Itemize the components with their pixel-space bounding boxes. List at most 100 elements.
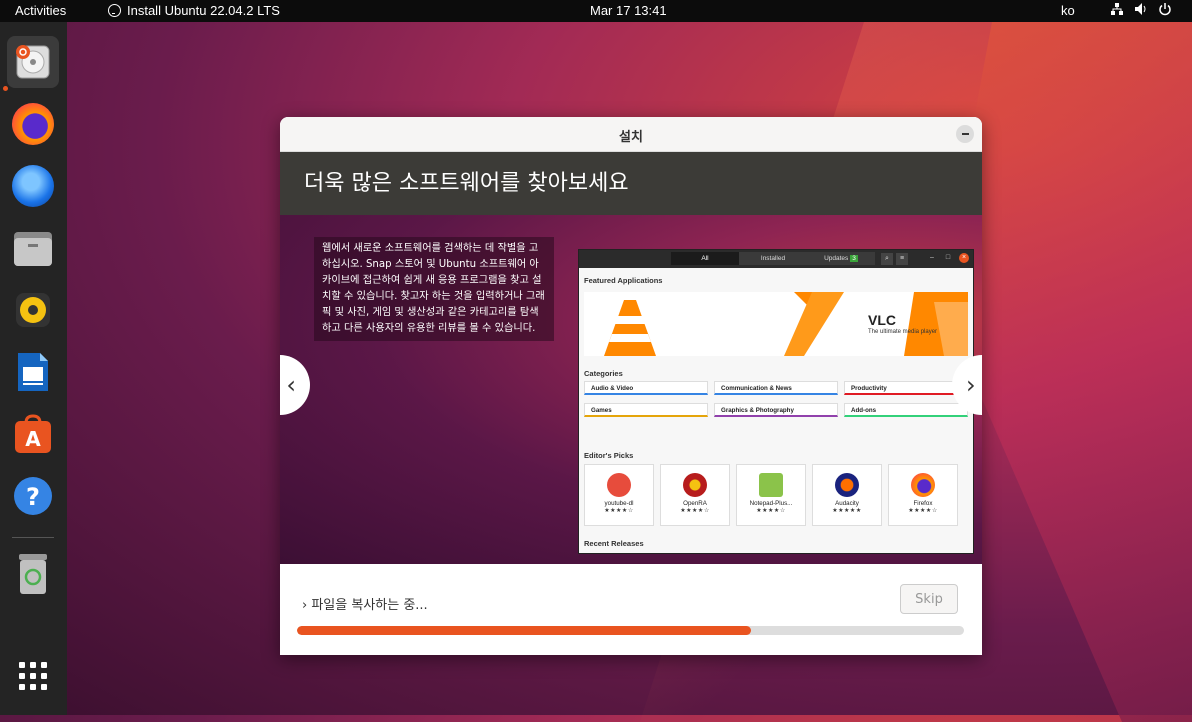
power-icon: [1159, 3, 1171, 16]
thunderbird-icon: [12, 165, 54, 207]
pick-name: Audacity: [835, 500, 859, 507]
banner-subtitle: The ultimate media player: [868, 329, 938, 335]
svg-text:?: ?: [26, 483, 40, 511]
pick-rating: ★★★★☆: [908, 508, 938, 514]
store-maximize-icon: □: [945, 254, 951, 261]
dock-firefox[interactable]: [7, 98, 59, 150]
dock-separator: [12, 537, 54, 538]
trash-icon: [19, 554, 47, 594]
folder-icon: [14, 232, 52, 266]
openra-icon: [683, 473, 707, 497]
category-item: Communication & News: [714, 381, 838, 395]
expander-arrow-icon: ›: [302, 598, 308, 613]
progress-fill: [297, 626, 751, 635]
categories-heading: Categories: [584, 369, 623, 378]
pick-name: Notepad-Plus...: [749, 500, 793, 507]
svg-text:A: A: [25, 427, 41, 451]
pick-card: Notepad-Plus... ★★★★☆: [736, 464, 806, 526]
dock: A ?: [0, 22, 67, 715]
category-item: Audio & Video: [584, 381, 708, 395]
status-expander[interactable]: › 파일을 복사하는 중...: [302, 594, 428, 613]
dock-software[interactable]: A: [7, 408, 59, 460]
category-item: Add-ons: [844, 403, 968, 417]
slide-prev-button[interactable]: ‹: [280, 355, 310, 415]
slideshow: 웹에서 새로운 소프트웨어를 검색하는 데 작별을 고하십시오. Snap 스토…: [280, 215, 982, 565]
editors-picks-heading: Editor's Picks: [584, 451, 634, 460]
keyboard-layout[interactable]: ko: [1061, 3, 1075, 18]
volume-icon: [1135, 3, 1146, 15]
recent-releases-heading: Recent Releases: [584, 539, 644, 548]
skip-button[interactable]: Skip: [900, 584, 958, 614]
minimize-button[interactable]: [956, 125, 974, 143]
vlc-cone-graphic: [604, 292, 968, 356]
activities-button[interactable]: Activities: [15, 3, 66, 18]
store-close-icon: ×: [959, 253, 969, 263]
software-store-icon: A: [15, 414, 51, 453]
banner-title: VLC: [868, 312, 896, 328]
store-minimize-icon: –: [930, 254, 934, 261]
system-tray[interactable]: [1110, 2, 1172, 16]
store-headerbar: All Installed Updates 3 ⌕ ≡ – □ ×: [579, 250, 973, 268]
install-footer: › 파일을 복사하는 중... Skip: [280, 564, 982, 655]
dock-files[interactable]: [7, 222, 59, 274]
dock-thunderbird[interactable]: [7, 160, 59, 212]
rhythmbox-icon: [16, 293, 50, 327]
firefox-icon: [911, 473, 935, 497]
updates-badge: 3: [850, 255, 858, 262]
pick-rating: ★★★★☆: [680, 508, 710, 514]
store-tab-updates-label: Updates: [824, 255, 849, 262]
help-icon: ?: [14, 477, 52, 515]
window-titlebar[interactable]: 설치: [280, 117, 982, 152]
apps-grid-icon: [19, 662, 47, 690]
pick-card: Firefox ★★★★☆: [888, 464, 958, 526]
firefox-icon: [12, 103, 54, 145]
pick-rating: ★★★★☆: [604, 508, 634, 514]
dock-help[interactable]: ?: [7, 470, 59, 522]
app-menu-label: Install Ubuntu 22.04.2 LTS: [127, 3, 280, 18]
pick-card: OpenRA ★★★★☆: [660, 464, 730, 526]
store-tab-installed: Installed: [739, 252, 807, 265]
minimize-icon: [961, 133, 969, 135]
app-menu[interactable]: Install Ubuntu 22.04.2 LTS: [108, 3, 280, 18]
window-title: 설치: [619, 130, 643, 145]
category-grid: Audio & Video Communication & News Produ…: [584, 381, 968, 417]
featured-heading: Featured Applications: [584, 276, 663, 285]
network-icon: [1111, 3, 1123, 15]
picks-row: youtube-dl ★★★★☆ OpenRA ★★★★☆ Notepad-Pl…: [584, 464, 958, 526]
vlc-banner: VLC The ultimate media player: [584, 292, 968, 356]
writer-icon: [18, 353, 48, 391]
slide-title: 더욱 많은 소프트웨어를 찾아보세요: [280, 152, 982, 215]
store-tab-all: All: [671, 252, 739, 265]
slide-description: 웹에서 새로운 소프트웨어를 검색하는 데 작별을 고하십시오. Snap 스토…: [314, 237, 554, 341]
category-item: Graphics & Photography: [714, 403, 838, 417]
dock-ubuntu-installer[interactable]: [7, 36, 59, 88]
software-store-screenshot: All Installed Updates 3 ⌕ ≡ – □ × Feature…: [578, 249, 974, 554]
youtube-dl-icon: [607, 473, 631, 497]
top-bar: Activities Install Ubuntu 22.04.2 LTS Ma…: [0, 0, 1192, 22]
dock-rhythmbox[interactable]: [7, 284, 59, 336]
pick-name: OpenRA: [683, 500, 707, 507]
status-text: 파일을 복사하는 중...: [311, 598, 428, 613]
pick-card: Audacity ★★★★★: [812, 464, 882, 526]
audacity-icon: [835, 473, 859, 497]
store-menu-icon: ≡: [896, 253, 908, 265]
dock-show-apps[interactable]: [7, 650, 59, 702]
progress-bar: [297, 626, 964, 635]
pick-card: youtube-dl ★★★★☆: [584, 464, 654, 526]
category-item: Productivity: [844, 381, 968, 395]
running-indicator: [3, 86, 8, 91]
pick-rating: ★★★★★: [832, 508, 862, 514]
dock-writer[interactable]: [7, 346, 59, 398]
clock[interactable]: Mar 17 13:41: [590, 3, 667, 18]
pick-name: youtube-dl: [604, 500, 634, 507]
installer-disk-icon: [16, 45, 50, 79]
dock-trash[interactable]: [7, 548, 59, 600]
pick-name: Firefox: [913, 500, 933, 507]
store-search-icon: ⌕: [881, 253, 893, 265]
category-item: Games: [584, 403, 708, 417]
store-tab-updates: Updates 3: [807, 252, 875, 265]
installer-window: 설치 더욱 많은 소프트웨어를 찾아보세요 웹에서 새로운 소프트웨어를 검색하…: [280, 117, 982, 655]
notepad-plus-icon: [759, 473, 783, 497]
installer-icon: [108, 4, 121, 17]
pick-rating: ★★★★☆: [756, 508, 786, 514]
